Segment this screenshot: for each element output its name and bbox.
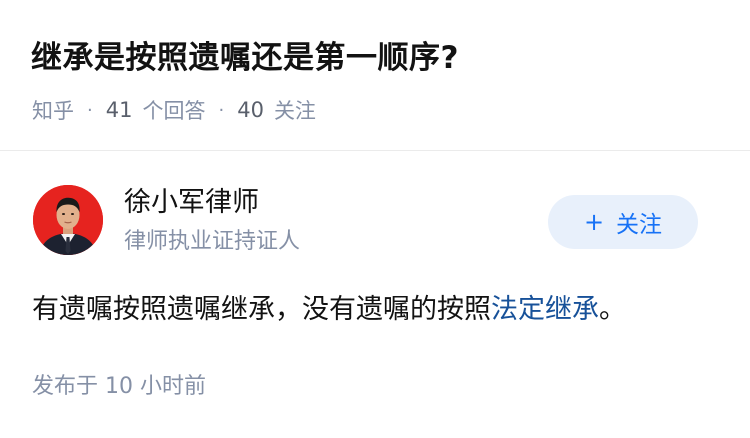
- question-header: 继承是按照遗嘱还是第一顺序? 知乎 · 41 个回答 · 40 关注: [0, 0, 750, 150]
- question-meta: 知乎 · 41 个回答 · 40 关注: [32, 93, 316, 127]
- follow-button-label: 关注: [616, 212, 663, 238]
- follower-count: 40: [237, 98, 264, 122]
- author-avatar[interactable]: [33, 185, 103, 255]
- follow-button[interactable]: + 关注: [548, 195, 698, 249]
- meta-separator: ·: [87, 99, 93, 121]
- author-badge: 律师执业证持证人: [124, 229, 301, 254]
- publish-label: 发布于: [32, 374, 99, 399]
- question-title[interactable]: 继承是按照遗嘱还是第一顺序?: [31, 36, 459, 80]
- answer-count: 41: [105, 98, 133, 122]
- answer-keyword-link[interactable]: 法定继承: [491, 294, 599, 325]
- answer-count-label[interactable]: 个回答: [142, 95, 205, 125]
- section-divider: [0, 150, 750, 151]
- answer-text-end: 。: [599, 294, 626, 325]
- follower-count-label[interactable]: 关注: [274, 95, 316, 125]
- plus-icon: +: [583, 208, 605, 236]
- meta-separator: ·: [218, 99, 225, 121]
- avatar-portrait-icon: [33, 185, 103, 255]
- publish-time: 发布于 10 小时前: [32, 370, 206, 404]
- publish-time-value: 10 小时前: [105, 374, 207, 399]
- source-label[interactable]: 知乎: [32, 95, 74, 125]
- answer-content: 有遗嘱按照遗嘱继承，没有遗嘱的按照法定继承。: [32, 288, 626, 332]
- answer-text: 有遗嘱按照遗嘱继承，没有遗嘱的按照: [32, 294, 491, 325]
- author-name[interactable]: 徐小军律师: [124, 184, 259, 222]
